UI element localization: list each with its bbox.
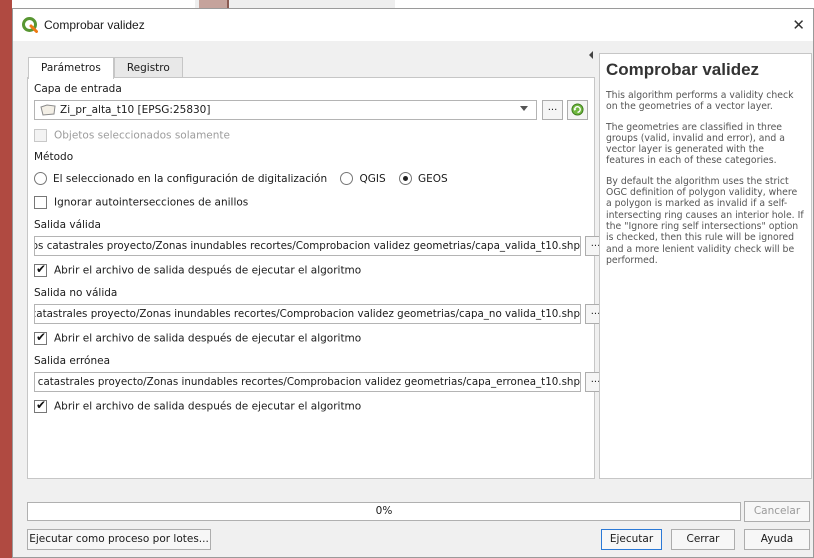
open-valid-output-checkbox[interactable]: Abrir el archivo de salida después de ej… (34, 262, 362, 277)
batch-process-button[interactable]: Ejecutar como proceso por lotes... (27, 529, 211, 550)
checkbox-box (34, 398, 47, 413)
radio-circle (398, 172, 412, 185)
radio-circle (34, 172, 47, 185)
invalid-output-path: os catastrales proyecto/Zonas inundables… (34, 308, 580, 320)
ignore-ring-label: Ignorar autointersecciones de anillos (54, 196, 249, 209)
open-output-label: Abrir el archivo de salida después de ej… (54, 332, 362, 345)
invalid-output-field[interactable]: os catastrales proyecto/Zonas inundables… (34, 304, 581, 324)
valid-output-label: Salida válida (34, 219, 101, 231)
radio-geos[interactable]: GEOS (398, 172, 448, 185)
checkbox-box (34, 129, 47, 142)
help-button[interactable]: Ayuda (744, 529, 810, 550)
tab-registro[interactable]: Registro (113, 57, 183, 78)
method-radio-group: El seleccionado en la configuración de d… (34, 172, 448, 185)
window-title: Comprobar validez (44, 18, 145, 32)
error-output-path: tos catastrales proyecto/Zonas inundable… (34, 376, 580, 388)
cancel-button[interactable]: Cancelar (744, 501, 810, 522)
open-invalid-output-checkbox[interactable]: Abrir el archivo de salida después de ej… (34, 330, 362, 345)
valid-output-field[interactable]: Datos catastrales proyecto/Zonas inundab… (34, 236, 581, 256)
help-title: Comprobar validez (606, 60, 760, 79)
dialog-window: Comprobar validez ✕ Parámetros Registro … (12, 8, 814, 558)
open-output-label: Abrir el archivo de salida después de ej… (54, 264, 362, 277)
radio-digitizing-settings[interactable]: El seleccionado en la configuración de d… (34, 172, 328, 185)
radio-qgis[interactable]: QGIS (340, 172, 386, 185)
radio-circle (340, 172, 354, 185)
input-layer-label: Capa de entrada (34, 83, 122, 95)
close-button[interactable]: Cerrar (671, 529, 735, 550)
parameters-panel: Capa de entrada Zi_pr_alta_t10 [EPSG:258… (27, 77, 606, 479)
open-output-label: Abrir el archivo de salida después de ej… (54, 400, 362, 413)
help-paragraph: This algorithm performs a validity check… (606, 90, 794, 113)
input-layer-value: Zi_pr_alta_t10 [EPSG:25830] (60, 104, 211, 116)
method-label: Método (34, 151, 74, 163)
radio-label: GEOS (417, 172, 448, 185)
ignore-ring-checkbox[interactable]: Ignorar autointersecciones de anillos (34, 196, 248, 209)
chevron-down-icon (520, 106, 528, 111)
error-output-label: Salida errónea (34, 355, 111, 367)
collapse-arrow-icon[interactable] (589, 51, 593, 59)
qgis-logo-icon (22, 17, 38, 33)
help-panel: Comprobar validez This algorithm perform… (599, 53, 812, 479)
radio-label: QGIS (359, 172, 386, 185)
checkbox-box (34, 330, 47, 345)
tab-bar: Parámetros Registro (28, 57, 183, 79)
error-output-field[interactable]: tos catastrales proyecto/Zonas inundable… (34, 372, 581, 392)
run-button[interactable]: Ejecutar (601, 529, 662, 550)
title-bar: Comprobar validez ✕ (13, 9, 813, 41)
selected-only-label: Objetos seleccionados solamente (54, 129, 231, 142)
input-layer-combo[interactable]: Zi_pr_alta_t10 [EPSG:25830] (34, 100, 537, 120)
input-layer-browse-button[interactable]: ... (542, 100, 563, 120)
background-map-strip (0, 0, 12, 558)
progress-bar: 0% (27, 502, 741, 521)
close-icon[interactable]: ✕ (792, 16, 805, 34)
checkbox-box (34, 262, 47, 277)
help-paragraph: The geometries are classified in three g… (606, 121, 785, 167)
open-error-output-checkbox[interactable]: Abrir el archivo de salida después de ej… (34, 398, 362, 413)
tab-parametros[interactable]: Parámetros (28, 57, 114, 79)
valid-output-path: Datos catastrales proyecto/Zonas inundab… (34, 240, 580, 252)
polygon-layer-icon (40, 104, 56, 116)
progress-text: 0% (375, 505, 393, 517)
radio-label: El seleccionado en la configuración de d… (53, 172, 328, 185)
help-paragraph: By default the algorithm uses the strict… (606, 175, 804, 266)
selected-only-checkbox[interactable]: Objetos seleccionados solamente (34, 129, 230, 142)
checkbox-box (34, 196, 47, 209)
invalid-output-label: Salida no válida (34, 287, 118, 299)
iterate-icon[interactable] (567, 100, 588, 120)
